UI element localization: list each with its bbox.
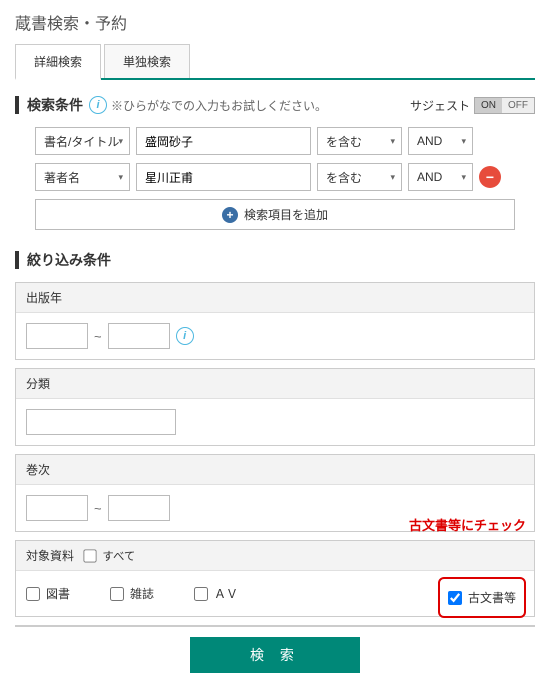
add-row-label: 検索項目を追加 xyxy=(244,206,328,223)
search-row-0: 書名/タイトル を含む AND xyxy=(15,127,535,155)
filter-volume-header: 巻次 xyxy=(16,455,534,485)
filter-target: 古文書等にチェック 対象資料 すべて 図書 雑誌 ＡＶ 古文書等 xyxy=(15,540,535,617)
checkbox-book[interactable]: 図書 xyxy=(26,585,70,602)
match-select-0[interactable]: を含む xyxy=(317,127,402,155)
field-select-0[interactable]: 書名/タイトル xyxy=(35,127,130,155)
tilde-icon: ~ xyxy=(94,329,102,344)
search-row-1: 著者名 を含む AND − xyxy=(15,163,535,191)
conditions-header: 検索条件 i ※ひらがなでの入力もお試しください。 サジェスト ON OFF xyxy=(15,95,535,115)
filter-pub-year-header: 出版年 xyxy=(16,283,534,313)
search-button[interactable]: 検 索 xyxy=(190,637,360,673)
keyword-input-1[interactable] xyxy=(136,163,311,191)
checkbox-old-docs[interactable]: 古文書等 xyxy=(448,589,516,606)
pub-year-to[interactable] xyxy=(108,323,170,349)
keyword-input-0[interactable] xyxy=(136,127,311,155)
field-select-1[interactable]: 著者名 xyxy=(35,163,130,191)
suggest-label: サジェスト xyxy=(410,97,470,114)
tab-detail[interactable]: 詳細検索 xyxy=(15,44,101,80)
classification-input[interactable] xyxy=(26,409,176,435)
remove-row-icon[interactable]: − xyxy=(479,166,501,188)
suggest-toggle[interactable]: ON OFF xyxy=(474,97,535,114)
page-title: 蔵書検索・予約 xyxy=(15,10,535,34)
tabs: 詳細検索 単独検索 xyxy=(15,44,535,80)
filter-pub-year: 出版年 ~ i xyxy=(15,282,535,360)
logic-select-0[interactable]: AND xyxy=(408,127,473,155)
highlight-box: 古文書等 xyxy=(438,577,526,618)
checkbox-all[interactable]: すべて xyxy=(83,547,135,563)
filters-header: 絞り込み条件 xyxy=(15,250,535,270)
filter-classification-header: 分類 xyxy=(16,369,534,399)
add-row-button[interactable]: + 検索項目を追加 xyxy=(35,199,515,230)
volume-to[interactable] xyxy=(108,495,170,521)
plus-icon: + xyxy=(222,207,238,223)
logic-select-1[interactable]: AND xyxy=(408,163,473,191)
volume-from[interactable] xyxy=(26,495,88,521)
filter-target-header: 対象資料 すべて xyxy=(16,541,534,571)
checkbox-av[interactable]: ＡＶ xyxy=(194,585,238,602)
conditions-title: 検索条件 xyxy=(27,95,83,115)
checkbox-magazine[interactable]: 雑誌 xyxy=(110,585,154,602)
filters-title: 絞り込み条件 xyxy=(27,250,111,270)
info-icon[interactable]: i xyxy=(89,96,107,114)
pub-year-from[interactable] xyxy=(26,323,88,349)
match-select-1[interactable]: を含む xyxy=(317,163,402,191)
filter-classification: 分類 xyxy=(15,368,535,446)
tilde-icon: ~ xyxy=(94,501,102,516)
tab-single[interactable]: 単独検索 xyxy=(104,44,190,78)
info-icon[interactable]: i xyxy=(176,327,194,345)
conditions-hint: ※ひらがなでの入力もお試しください。 xyxy=(111,97,327,114)
callout-text: 古文書等にチェック xyxy=(409,515,526,534)
